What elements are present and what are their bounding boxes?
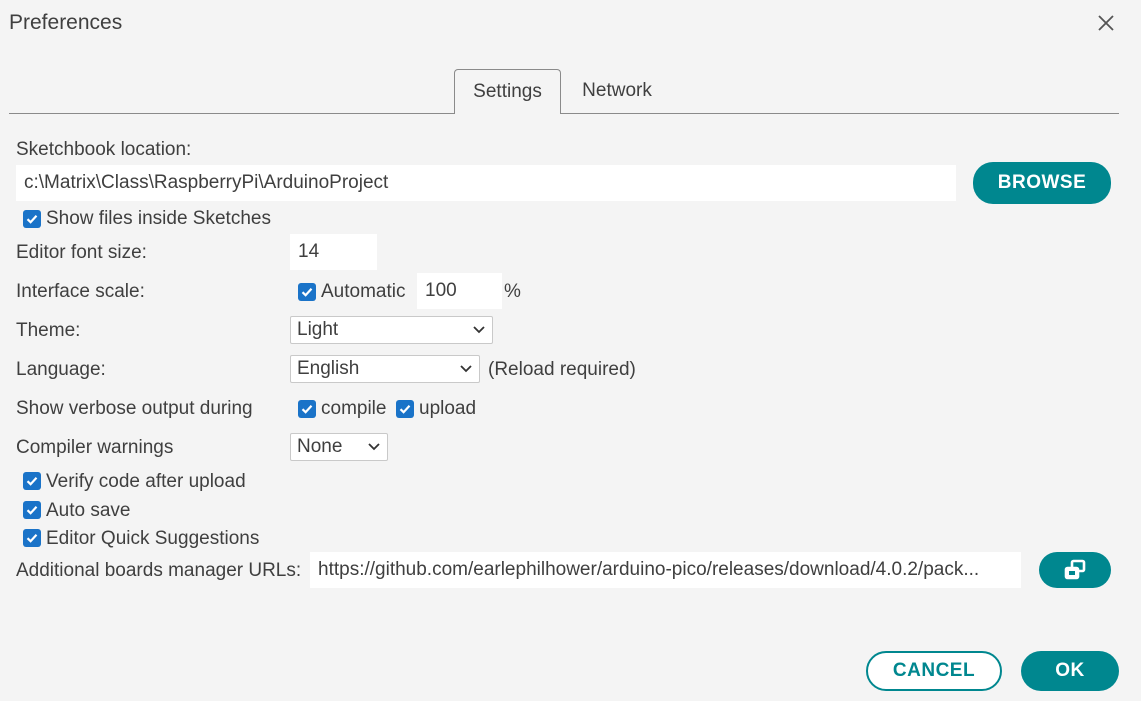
boards-urls-input[interactable]: https://github.com/earlephilhower/arduin… bbox=[310, 552, 1021, 588]
automatic-scale-checkbox[interactable] bbox=[298, 283, 316, 301]
interface-scale-input[interactable]: 100 bbox=[417, 273, 502, 309]
chevron-down-icon bbox=[473, 326, 485, 334]
verbose-compile-checkbox[interactable] bbox=[298, 400, 316, 418]
cancel-button[interactable]: CANCEL bbox=[866, 651, 1002, 691]
language-select-value: English bbox=[297, 358, 360, 379]
auto-save-label: Auto save bbox=[46, 500, 131, 521]
boards-urls-label: Additional boards manager URLs: bbox=[16, 560, 302, 581]
close-icon[interactable] bbox=[1095, 12, 1117, 34]
editor-font-size-input[interactable]: 14 bbox=[290, 234, 377, 270]
window-expand-icon bbox=[1064, 559, 1086, 580]
theme-select-value: Light bbox=[297, 319, 339, 340]
auto-save-checkbox[interactable] bbox=[23, 501, 41, 519]
verbose-output-label: Show verbose output during bbox=[16, 398, 253, 419]
editor-font-size-label: Editor font size: bbox=[16, 242, 147, 263]
interface-scale-unit: % bbox=[504, 281, 521, 302]
sketchbook-location-label: Sketchbook location: bbox=[16, 139, 192, 160]
automatic-scale-label: Automatic bbox=[321, 281, 406, 302]
interface-scale-label: Interface scale: bbox=[16, 281, 145, 302]
chevron-down-icon bbox=[368, 443, 380, 451]
theme-label: Theme: bbox=[16, 320, 81, 341]
verify-code-label: Verify code after upload bbox=[46, 471, 246, 492]
compiler-warnings-select[interactable]: None bbox=[290, 433, 388, 461]
language-select[interactable]: English bbox=[290, 355, 480, 383]
reload-required-note: (Reload required) bbox=[488, 359, 636, 380]
browse-button[interactable]: BROWSE bbox=[973, 162, 1111, 204]
language-label: Language: bbox=[16, 359, 106, 380]
sketchbook-location-input[interactable]: c:\Matrix\Class\RaspberryPi\ArduinoProje… bbox=[16, 165, 956, 201]
verbose-upload-checkbox[interactable] bbox=[396, 400, 414, 418]
quick-suggestions-label: Editor Quick Suggestions bbox=[46, 528, 260, 549]
edit-urls-button[interactable] bbox=[1039, 552, 1111, 588]
chevron-down-icon bbox=[460, 365, 472, 373]
verbose-upload-label: upload bbox=[419, 398, 477, 419]
verbose-compile-label: compile bbox=[321, 398, 387, 419]
show-files-checkbox[interactable] bbox=[23, 210, 41, 228]
tab-settings[interactable]: Settings bbox=[454, 69, 561, 114]
show-files-label: Show files inside Sketches bbox=[46, 208, 271, 229]
verify-code-checkbox[interactable] bbox=[23, 472, 41, 490]
theme-select[interactable]: Light bbox=[290, 316, 493, 344]
quick-suggestions-checkbox[interactable] bbox=[23, 529, 41, 547]
tab-network[interactable]: Network bbox=[561, 69, 673, 113]
tab-divider bbox=[9, 113, 1119, 114]
dialog-title: Preferences bbox=[9, 11, 123, 34]
compiler-warnings-value: None bbox=[297, 436, 343, 457]
ok-button[interactable]: OK bbox=[1021, 651, 1119, 691]
compiler-warnings-label: Compiler warnings bbox=[16, 437, 174, 458]
